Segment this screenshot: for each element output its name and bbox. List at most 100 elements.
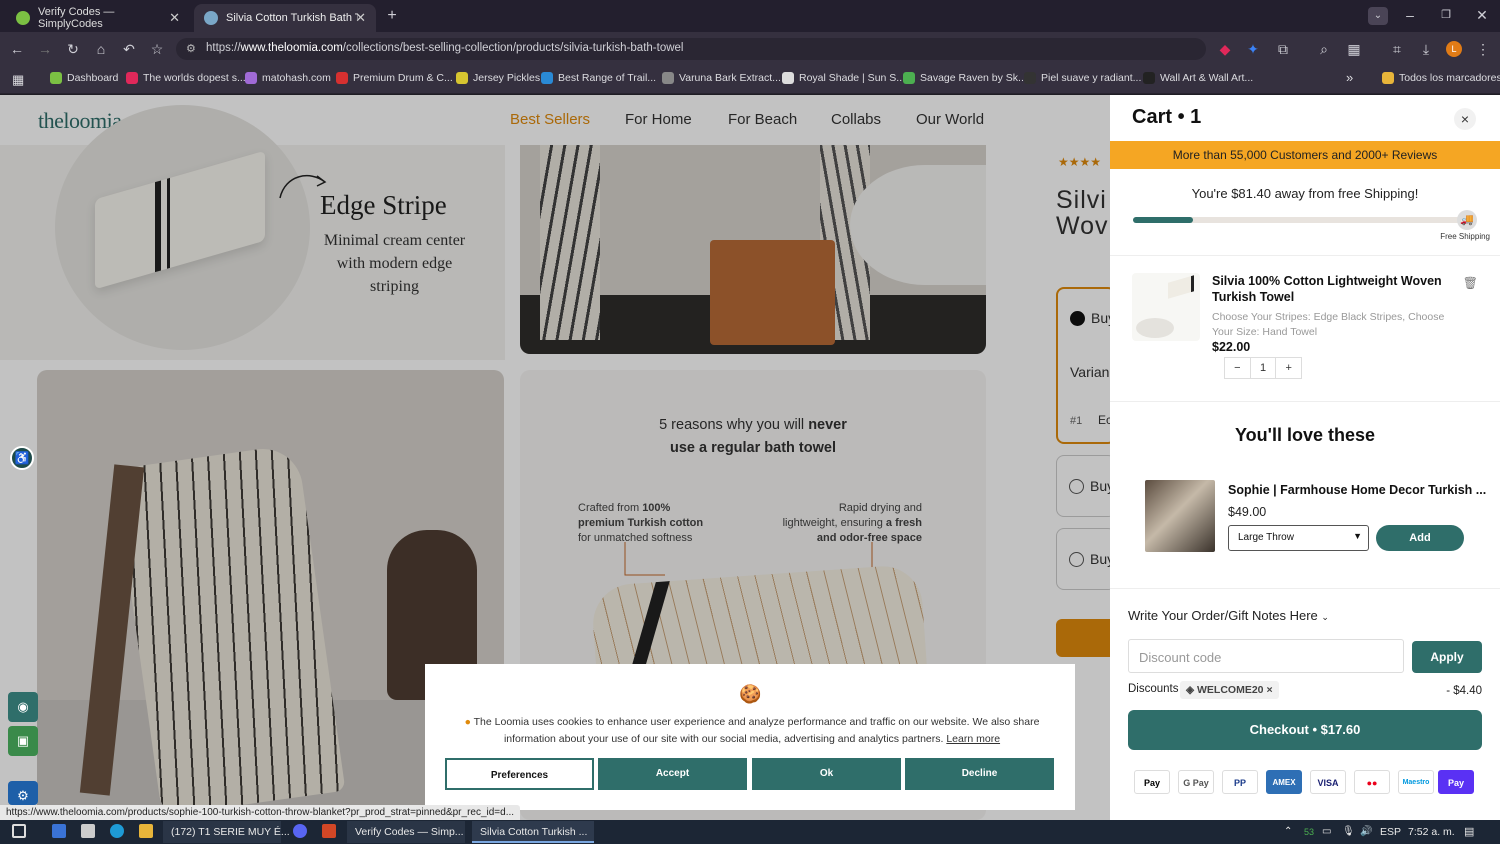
extension-shield-icon[interactable]: ◆ bbox=[1216, 40, 1234, 58]
site-info-icon[interactable]: ⚙ bbox=[186, 42, 196, 55]
bookmark-savage-raven[interactable]: Savage Raven by Sk... bbox=[903, 72, 1027, 84]
free-shipping-label: Free Shipping bbox=[1440, 232, 1490, 241]
close-window-icon[interactable]: ✕ bbox=[1473, 6, 1491, 24]
crop-icon[interactable]: ⌗ bbox=[1388, 40, 1406, 58]
start-icon[interactable] bbox=[12, 824, 26, 838]
shop-pay-icon: Pay bbox=[1438, 770, 1474, 794]
cart-item-variant: Choose Your Stripes: Edge Black Stripes,… bbox=[1212, 311, 1445, 338]
bookmark-varuna[interactable]: Varuna Bark Extract... bbox=[662, 72, 781, 84]
close-cart-button[interactable]: × bbox=[1454, 108, 1476, 130]
menu-kebab-icon[interactable]: ⋮ bbox=[1474, 40, 1492, 58]
file-explorer-icon[interactable] bbox=[139, 824, 153, 838]
recommended-size-select[interactable]: Large Throw ▼ bbox=[1228, 525, 1369, 551]
profile-avatar[interactable]: L bbox=[1446, 41, 1462, 57]
divider bbox=[1110, 401, 1500, 402]
home-icon[interactable]: ⌂ bbox=[92, 40, 110, 58]
mail-icon[interactable] bbox=[81, 824, 95, 838]
bookmark-matohash[interactable]: matohash.com bbox=[245, 72, 331, 84]
apps-grid-icon[interactable]: ▦ bbox=[12, 72, 24, 88]
close-tab-icon[interactable]: ✕ bbox=[355, 10, 366, 26]
simplycodes-favicon-icon bbox=[16, 11, 30, 25]
cookie-consent-banner: 🍪 ● The Loomia uses cookies to enhance u… bbox=[425, 664, 1075, 810]
tab-search-icon[interactable]: ⌄ bbox=[1368, 7, 1388, 25]
browser-tab-verify-codes[interactable]: Verify Codes — SimplyCodes ✕ bbox=[6, 4, 190, 32]
loomia-favicon-icon bbox=[204, 11, 218, 25]
maximize-icon[interactable]: ❐ bbox=[1437, 6, 1455, 24]
notifications-icon[interactable]: ▤ bbox=[1456, 821, 1482, 843]
close-tab-icon[interactable]: ✕ bbox=[169, 10, 180, 26]
taskbar-item-youtube[interactable]: (172) T1 SERIE MUY É... bbox=[163, 821, 290, 843]
tag-icon: ◈ bbox=[1186, 684, 1195, 696]
learn-more-link[interactable]: Learn more bbox=[946, 733, 1000, 745]
minimize-icon[interactable]: – bbox=[1401, 6, 1419, 24]
qty-value[interactable]: 1 bbox=[1249, 358, 1276, 378]
google-pay-icon: G Pay bbox=[1178, 770, 1214, 794]
apply-discount-button[interactable]: Apply bbox=[1412, 641, 1482, 673]
bookmark-star-icon[interactable]: ☆ bbox=[148, 40, 166, 58]
chevron-down-icon: ▼ bbox=[1353, 531, 1362, 541]
divider bbox=[1110, 588, 1500, 589]
forward-icon[interactable]: → bbox=[36, 40, 54, 58]
apple-pay-icon: Pay bbox=[1134, 770, 1170, 794]
address-bar[interactable]: ⚙ https://www.theloomia.com/collections/… bbox=[176, 38, 1206, 60]
recommended-product-title[interactable]: Sophie | Farmhouse Home Decor Turkish ..… bbox=[1228, 483, 1486, 497]
accessibility-icon[interactable]: ♿ bbox=[10, 446, 34, 470]
decline-button[interactable]: Decline bbox=[905, 758, 1054, 790]
undo-icon[interactable]: ↶ bbox=[120, 40, 138, 58]
qty-increase-button[interactable]: + bbox=[1275, 358, 1301, 378]
grid-apps-icon[interactable]: ▦ bbox=[1345, 40, 1363, 58]
recommended-product-image[interactable] bbox=[1145, 480, 1215, 552]
order-notes-toggle[interactable]: Write Your Order/Gift Notes Here ⌄ bbox=[1128, 608, 1329, 623]
discounts-label: Discounts bbox=[1128, 683, 1179, 695]
extensions-icon[interactable]: ⧉ bbox=[1274, 40, 1292, 58]
bookmark-dashboard[interactable]: Dashboard bbox=[50, 72, 118, 84]
bookmark-royal-shade[interactable]: Royal Shade | Sun S... bbox=[782, 72, 905, 84]
new-tab-icon[interactable]: + bbox=[383, 7, 401, 25]
cookie-text: ● The Loomia uses cookies to enhance use… bbox=[464, 716, 1040, 745]
preferences-button[interactable]: Preferences bbox=[445, 758, 594, 790]
cart-item-title[interactable]: Silvia 100% Cotton Lightweight Woven Tur… bbox=[1212, 273, 1457, 305]
edge-icon[interactable] bbox=[110, 824, 124, 838]
bookmark-dopest[interactable]: The worlds dopest s... bbox=[126, 72, 246, 84]
taskbar: (172) T1 SERIE MUY É... Verify Codes — S… bbox=[0, 820, 1500, 844]
amex-icon: AMEX bbox=[1266, 770, 1302, 794]
cart-item-thumbnail[interactable] bbox=[1132, 273, 1200, 341]
tab-label: Verify Codes — SimplyCodes bbox=[38, 6, 115, 30]
cart-item-price: $22.00 bbox=[1212, 340, 1251, 354]
browser-tab-silvia[interactable]: Silvia Cotton Turkish Bath Towe ✕ bbox=[194, 4, 376, 32]
back-icon[interactable]: ← bbox=[8, 40, 26, 58]
bookmark-premium-drum[interactable]: Premium Drum & C... bbox=[336, 72, 453, 84]
clock[interactable]: 7:52 a. m. bbox=[1400, 821, 1463, 843]
qty-decrease-button[interactable]: − bbox=[1225, 358, 1250, 378]
eye-widget-icon[interactable]: ◉ bbox=[8, 692, 38, 722]
taskbar-item-verify-codes[interactable]: Verify Codes — Simp... bbox=[347, 821, 465, 843]
quantity-stepper: − 1 + bbox=[1224, 357, 1302, 379]
ok-button[interactable]: Ok bbox=[752, 758, 901, 790]
bookmarks-overflow-icon[interactable]: » bbox=[1346, 70, 1353, 85]
bookmark-jersey-pickles[interactable]: Jersey Pickles bbox=[456, 72, 540, 84]
checkout-button[interactable]: Checkout • $17.60 bbox=[1128, 710, 1482, 750]
all-bookmarks-folder[interactable]: Todos los marcadores bbox=[1382, 72, 1500, 84]
add-recommended-button[interactable]: Add bbox=[1376, 525, 1464, 551]
bookmark-piel-suave[interactable]: Piel suave y radiant... bbox=[1024, 72, 1141, 84]
discount-tag: ◈ WELCOME20 × bbox=[1180, 681, 1279, 699]
taskbar-item-silvia[interactable]: Silvia Cotton Turkish ... bbox=[472, 821, 594, 843]
discord-icon[interactable] bbox=[293, 824, 307, 838]
rewards-widget-icon[interactable]: ▣ bbox=[8, 726, 38, 756]
store-icon[interactable] bbox=[52, 824, 66, 838]
powerpoint-icon[interactable] bbox=[322, 824, 336, 838]
bookmark-best-range[interactable]: Best Range of Trail... bbox=[541, 72, 656, 84]
bookmark-wall-art[interactable]: Wall Art & Wall Art... bbox=[1143, 72, 1253, 84]
settings-widget-icon[interactable]: ⚙ bbox=[8, 781, 38, 805]
discount-code-input[interactable]: Discount code bbox=[1128, 639, 1404, 673]
zoom-search-icon[interactable]: ⌕ bbox=[1315, 40, 1333, 58]
reload-icon[interactable]: ↻ bbox=[64, 40, 82, 58]
extension-puzzle-blue-icon[interactable]: ✦ bbox=[1244, 40, 1262, 58]
recommendations-heading: You'll love these bbox=[1235, 425, 1375, 445]
paypal-icon: PP bbox=[1222, 770, 1258, 794]
remove-discount-icon[interactable]: × bbox=[1266, 684, 1272, 696]
trash-icon[interactable]: 🗑 bbox=[1463, 276, 1478, 290]
download-icon[interactable]: ⤓ bbox=[1417, 40, 1435, 58]
accept-button[interactable]: Accept bbox=[598, 758, 747, 790]
cart-drawer: Cart • 1 × More than 55,000 Customers an… bbox=[1110, 95, 1500, 820]
